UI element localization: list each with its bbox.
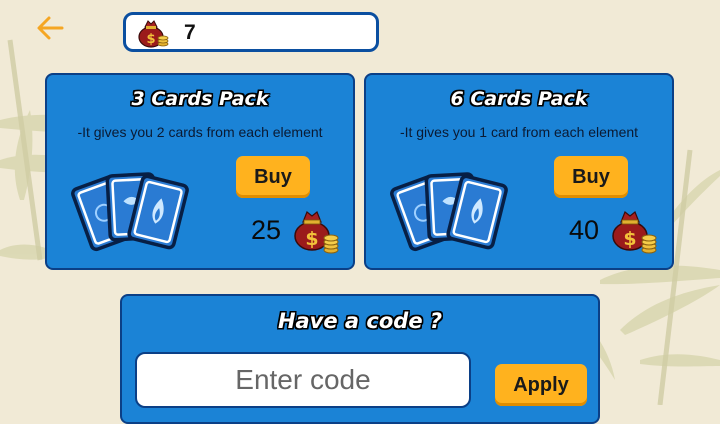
code-input[interactable] [135, 352, 471, 408]
apply-button[interactable]: Apply [495, 364, 587, 406]
money-bag-icon: $ [138, 20, 169, 48]
cards-illustration-icon [71, 172, 189, 252]
svg-text:$: $ [305, 228, 318, 250]
pack-price: 40 [569, 215, 600, 245]
cards-illustration-icon [390, 172, 508, 252]
svg-text:$: $ [623, 228, 636, 250]
money-bag-icon: $ [294, 211, 339, 254]
pack-card-3-cards: 3 Cards Pack -It gives you 2 cards from … [45, 73, 355, 270]
pack-description: -It gives you 2 cards from each element [77, 124, 323, 140]
pack-title: 6 Cards Pack [450, 88, 588, 110]
pack-title: 3 Cards Pack [131, 88, 269, 110]
code-panel-title: Have a code ? [277, 309, 443, 333]
pack-card-6-cards: 6 Cards Pack -It gives you 1 card from e… [364, 73, 674, 270]
pack-price: 25 [251, 215, 282, 245]
coin-balance: $ 7 [123, 12, 379, 52]
back-arrow-icon[interactable] [34, 14, 66, 42]
money-bag-icon: $ [612, 211, 657, 254]
pack-description: -It gives you 1 card from each element [399, 124, 639, 140]
coin-count: 7 [184, 21, 196, 44]
svg-text:$: $ [146, 32, 155, 47]
buy-button[interactable]: Buy [236, 156, 310, 198]
buy-button[interactable]: Buy [554, 156, 628, 198]
